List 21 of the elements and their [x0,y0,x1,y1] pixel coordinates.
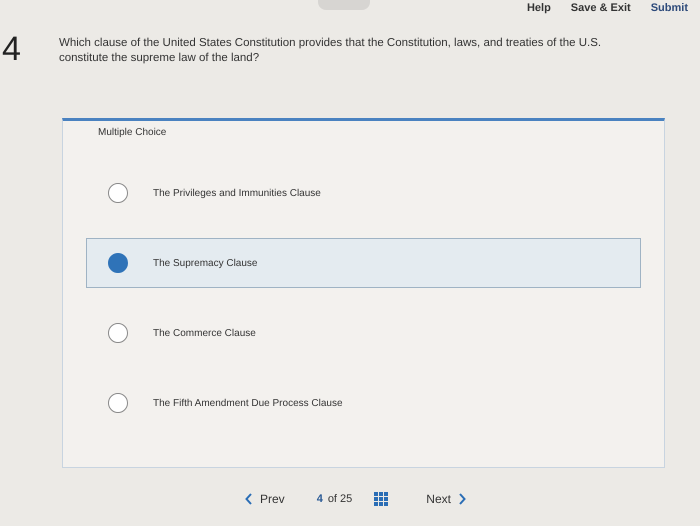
next-button[interactable]: Next [426,492,466,506]
question-count: of 25 [328,493,352,505]
answer-option[interactable]: The Commerce Clause [86,308,641,358]
header-link[interactable]: Help [526,2,551,14]
answer-option[interactable]: The Supremacy Clause [86,238,641,288]
chevron-left-icon [245,493,253,505]
current-question-number: 4 [316,493,323,505]
prev-button[interactable]: Prev [245,492,285,506]
answer-option[interactable]: The Fifth Amendment Due Process Clause [86,378,641,428]
radio-button[interactable] [108,393,128,413]
question-type-label: Multiple Choice [98,127,168,138]
radio-button[interactable] [108,323,128,343]
radio-button[interactable] [108,183,128,203]
radio-button[interactable] [108,253,128,273]
answer-option[interactable]: The Privileges and Immunities Clause [86,168,641,218]
question-text: Which clause of the United States Constitution provides that the Constitution, laws, and treaties of the U.S. constitute the supreme law of the land? [59,36,602,66]
grid-icon[interactable] [374,492,388,506]
header-link[interactable]: Save & Exit [570,2,631,14]
chevron-right-icon [458,493,466,505]
question-number: 4 [2,32,22,70]
header-link[interactable]: Submit [650,2,688,14]
